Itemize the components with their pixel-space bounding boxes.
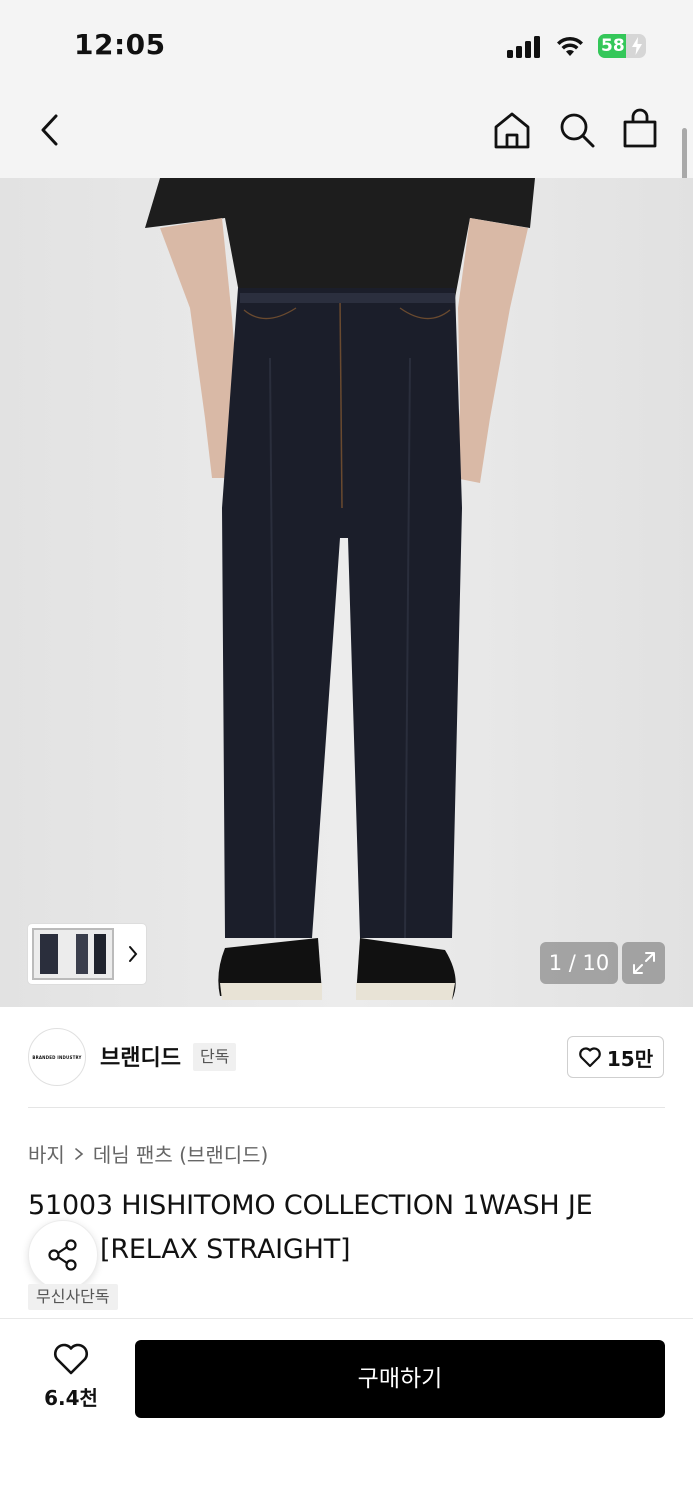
home-button[interactable]	[490, 108, 534, 152]
chevron-right-icon	[75, 1147, 84, 1160]
product-title-line1: 51003 HISHITOMO COLLECTION 1WASH JE	[28, 1190, 593, 1221]
product-photo	[0, 178, 693, 1007]
product-image[interactable]	[0, 178, 693, 1007]
status-time: 12:05	[74, 28, 166, 61]
thumbnail-strip[interactable]	[28, 924, 146, 984]
heart-icon	[579, 1047, 601, 1068]
buy-button[interactable]: 구매하기	[135, 1340, 665, 1418]
brand-like-button[interactable]: 15만	[567, 1036, 664, 1078]
breadcrumb-category[interactable]: 바지	[28, 1139, 65, 1168]
brand-logo[interactable]: BRANDED INDUSTRY	[28, 1028, 86, 1086]
wifi-icon	[557, 36, 583, 56]
share-icon	[48, 1239, 77, 1271]
product-title: 51003 HISHITOMO COLLECTION 1WASH JE [REL…	[28, 1184, 668, 1272]
musinsa-exclusive-tag: 무신사단독	[28, 1284, 118, 1310]
breadcrumb-subcategory[interactable]: 데님 팬츠 (브랜디드)	[93, 1139, 269, 1168]
cart-button[interactable]	[618, 106, 662, 150]
breadcrumb: 바지 데님 팬츠 (브랜디드)	[28, 1139, 268, 1168]
brand-like-count: 15만	[606, 1046, 654, 1071]
battery-icon: 58	[598, 34, 646, 58]
wishlist-button[interactable]: 6.4천	[28, 1342, 114, 1414]
brand-name[interactable]: 브랜디드	[100, 1040, 181, 1072]
expand-icon	[632, 952, 655, 974]
brand-exclusive-badge: 단독	[193, 1043, 237, 1071]
heart-icon	[54, 1343, 88, 1375]
back-button[interactable]	[30, 110, 70, 150]
search-icon	[560, 113, 595, 148]
cellular-signal-icon	[507, 36, 543, 58]
home-icon	[494, 112, 530, 149]
search-button[interactable]	[555, 108, 599, 152]
top-bar: 12:05 58	[0, 0, 693, 190]
brand-logo-text: BRANDED INDUSTRY	[32, 1054, 82, 1060]
chevron-left-icon	[41, 114, 58, 146]
image-counter: 1 / 10	[540, 942, 618, 984]
chevron-right-icon	[129, 946, 138, 962]
fullscreen-button[interactable]	[622, 942, 665, 984]
charging-bolt-icon	[632, 37, 642, 55]
share-button[interactable]	[28, 1220, 98, 1290]
shopping-bag-icon	[623, 108, 657, 148]
product-title-line2: [RELAX STRAIGHT]	[100, 1234, 351, 1265]
thumbnail-image[interactable]	[32, 928, 114, 980]
wishlist-count: 6.4천	[44, 1386, 98, 1410]
divider	[28, 1107, 665, 1108]
